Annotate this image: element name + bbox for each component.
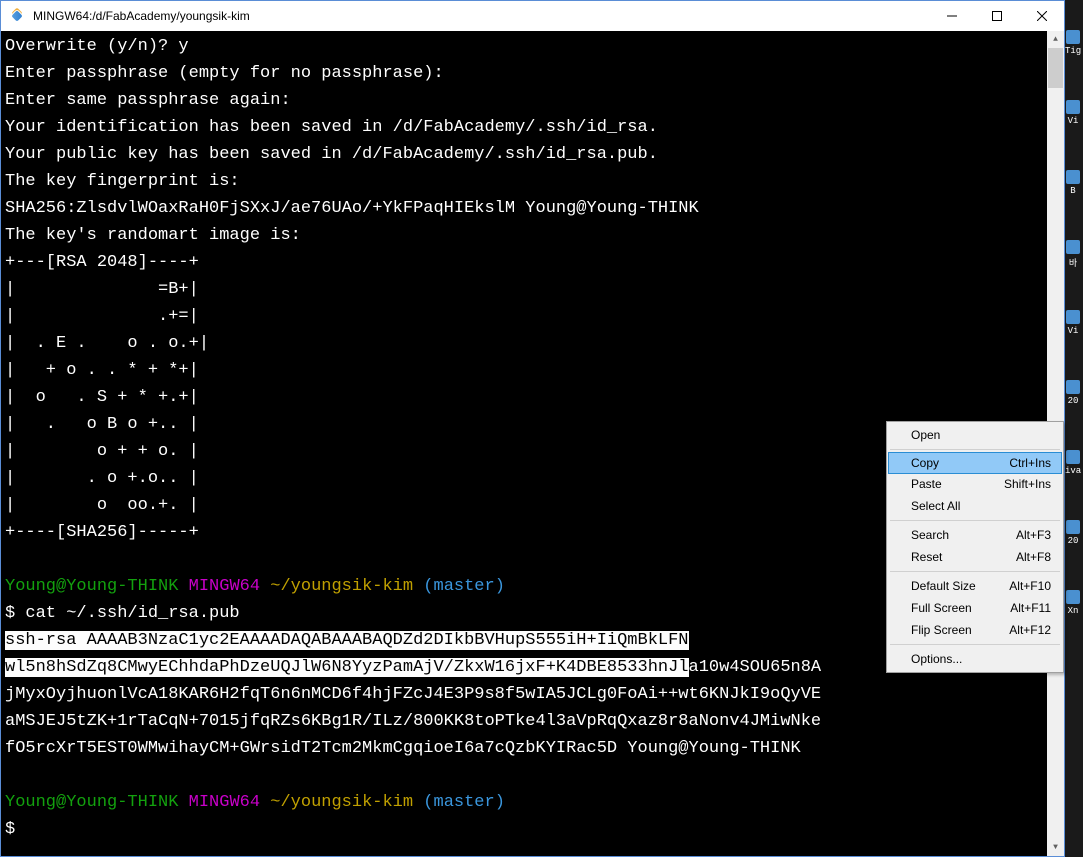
menu-item-paste[interactable]: PasteShift+Ins [889, 473, 1061, 495]
menu-item-label: Reset [911, 550, 1016, 564]
menu-item-shortcut: Alt+F10 [1009, 579, 1051, 593]
menu-item-options[interactable]: Options... [889, 648, 1061, 670]
terminal-line: | + o . . * + *+| [5, 357, 1062, 384]
terminal-line: jMyxOyjhuonlVcA18KAR6H2fqT6n6nMCD6f4hjFZ… [5, 681, 1062, 708]
menu-item-reset[interactable]: ResetAlt+F8 [889, 546, 1061, 568]
prompt-segment: (master) [423, 793, 505, 812]
terminal-line [5, 762, 1062, 789]
menu-item-label: Search [911, 528, 1016, 542]
menu-item-search[interactable]: SearchAlt+F3 [889, 524, 1061, 546]
selected-text: wl5n8hSdZq8CMwyEChhdaPhDzeUQJlW6N8YyzPam… [5, 658, 689, 677]
menu-separator [890, 571, 1060, 572]
terminal-line: | . E . o . o.+| [5, 330, 1062, 357]
menu-item-label: Paste [911, 477, 1004, 491]
menu-item-label: Options... [911, 652, 1051, 666]
desktop-icon[interactable]: Tig [1065, 30, 1081, 90]
menu-item-shortcut: Alt+F12 [1009, 623, 1051, 637]
menu-item-label: Open [911, 428, 1051, 442]
desktop-icon[interactable]: Vi [1065, 100, 1081, 160]
menu-separator [890, 449, 1060, 450]
terminal-line: Your identification has been saved in /d… [5, 114, 1062, 141]
terminal-line: $ [5, 816, 1062, 843]
menu-item-flip-screen[interactable]: Flip ScreenAlt+F12 [889, 619, 1061, 641]
menu-item-full-screen[interactable]: Full ScreenAlt+F11 [889, 597, 1061, 619]
terminal-line: aMSJEJ5tZK+1rTaCqN+7015jfqRZs6KBg1R/ILz/… [5, 708, 1062, 735]
terminal-line: | .+=| [5, 303, 1062, 330]
prompt-segment: MINGW64 [189, 577, 260, 596]
terminal-line: | o . S + * +.+| [5, 384, 1062, 411]
scroll-up-arrow[interactable]: ▲ [1047, 31, 1064, 48]
prompt-segment: ~/youngsik-kim [270, 793, 413, 812]
menu-separator [890, 520, 1060, 521]
maximize-button[interactable] [974, 1, 1019, 31]
desktop-icon[interactable]: 20 [1065, 520, 1081, 580]
desktop-icon[interactable]: 바 [1065, 240, 1081, 300]
desktop-icon[interactable]: iva [1065, 450, 1081, 510]
menu-item-label: Default Size [911, 579, 1009, 593]
menu-item-copy[interactable]: CopyCtrl+Ins [888, 452, 1062, 474]
close-button[interactable] [1019, 1, 1064, 31]
menu-item-shortcut: Ctrl+Ins [1009, 456, 1051, 470]
terminal-line: Enter passphrase (empty for no passphras… [5, 60, 1062, 87]
terminal-line: Enter same passphrase again: [5, 87, 1062, 114]
menu-item-shortcut: Shift+Ins [1004, 477, 1051, 491]
prompt-segment: MINGW64 [189, 793, 260, 812]
menu-item-shortcut: Alt+F8 [1016, 550, 1051, 564]
prompt-segment: Young@Young-THINK [5, 793, 178, 812]
terminal-line: SHA256:ZlsdvlWOaxRaH0FjSXxJ/ae76UAo/+YkF… [5, 195, 1062, 222]
terminal-line: The key fingerprint is: [5, 168, 1062, 195]
scroll-thumb[interactable] [1048, 48, 1063, 88]
menu-item-shortcut: Alt+F11 [1010, 601, 1051, 615]
menu-separator [890, 644, 1060, 645]
terminal-line: Your public key has been saved in /d/Fab… [5, 141, 1062, 168]
menu-item-label: Flip Screen [911, 623, 1009, 637]
terminal-line: The key's randomart image is: [5, 222, 1062, 249]
desktop-icon[interactable]: Xn [1065, 590, 1081, 650]
prompt-segment: Young@Young-THINK [5, 577, 178, 596]
terminal-line: Young@Young-THINK MINGW64 ~/youngsik-kim… [5, 789, 1062, 816]
desktop-icons-partial: Tig Vi B 바 Vi 20 iva 20 Xn [1065, 30, 1083, 660]
menu-item-open[interactable]: Open [889, 424, 1061, 446]
menu-item-label: Select All [911, 499, 1051, 513]
window-title: MINGW64:/d/FabAcademy/youngsik-kim [33, 9, 929, 23]
selected-text: ssh-rsa AAAAB3NzaC1yc2EAAAADAQABAAABAQDZ… [5, 631, 689, 650]
titlebar[interactable]: MINGW64:/d/FabAcademy/youngsik-kim [1, 1, 1064, 31]
menu-item-label: Copy [911, 456, 1009, 470]
terminal-line: | =B+| [5, 276, 1062, 303]
menu-item-default-size[interactable]: Default SizeAlt+F10 [889, 575, 1061, 597]
desktop-icon[interactable]: 20 [1065, 380, 1081, 440]
menu-item-shortcut: Alt+F3 [1016, 528, 1051, 542]
context-menu[interactable]: OpenCopyCtrl+InsPasteShift+InsSelect All… [886, 421, 1064, 673]
prompt-segment: (master) [423, 577, 505, 596]
terminal-line: +---[RSA 2048]----+ [5, 249, 1062, 276]
terminal-line: Overwrite (y/n)? y [5, 33, 1062, 60]
prompt-segment: ~/youngsik-kim [270, 577, 413, 596]
menu-item-select-all[interactable]: Select All [889, 495, 1061, 517]
desktop-icon[interactable]: B [1065, 170, 1081, 230]
terminal-line: fO5rcXrT5EST0WMwihayCM+GWrsidT2Tcm2MkmCg… [5, 735, 1062, 762]
app-icon [9, 8, 25, 24]
desktop-icon[interactable]: Vi [1065, 310, 1081, 370]
menu-item-label: Full Screen [911, 601, 1010, 615]
minimize-button[interactable] [929, 1, 974, 31]
scroll-down-arrow[interactable]: ▼ [1047, 839, 1064, 856]
